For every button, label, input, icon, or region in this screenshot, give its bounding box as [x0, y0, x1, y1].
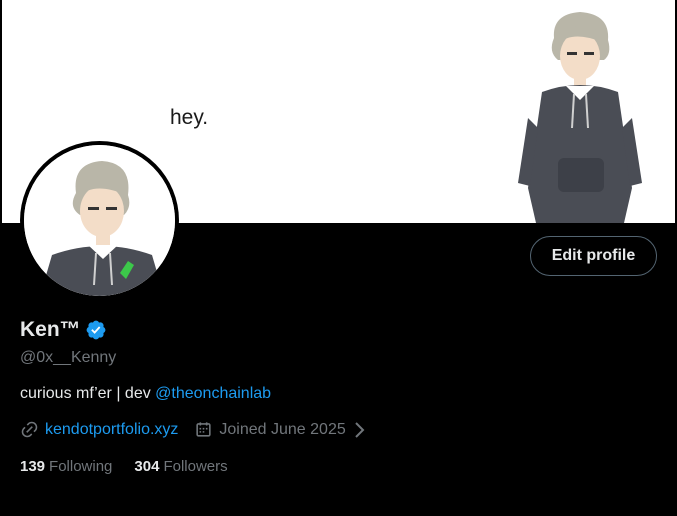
- joined-item: Joined June 2025: [194, 420, 371, 439]
- avatar-image: [24, 145, 175, 296]
- followers-count: 304: [134, 458, 160, 475]
- verified-badge-icon[interactable]: [85, 319, 107, 341]
- banner-character-illustration: [518, 12, 642, 223]
- display-name: Ken™: [20, 318, 81, 341]
- name-row: Ken™: [20, 318, 107, 342]
- bio: curious mf’er | dev @theonchainlab: [20, 385, 271, 403]
- avatar[interactable]: [20, 141, 179, 300]
- bio-mention-link[interactable]: @theonchainlab: [155, 385, 271, 402]
- joined-date: Joined June 2025: [219, 420, 346, 438]
- following-link[interactable]: 139 Following: [20, 458, 112, 475]
- calendar-icon: [196, 422, 212, 437]
- followers-label: Followers: [163, 458, 228, 475]
- following-label: Following: [49, 458, 113, 475]
- chevron-right-icon[interactable]: [352, 421, 366, 439]
- bio-text: curious mf’er | dev: [20, 385, 156, 402]
- banner-text: hey.: [170, 106, 209, 129]
- follow-stats: 139 Following 304 Followers: [20, 458, 250, 475]
- avatar-character-illustration: [24, 145, 175, 296]
- username-handle: @0x__Kenny: [20, 349, 117, 366]
- edit-profile-button[interactable]: Edit profile: [530, 236, 657, 276]
- website-link[interactable]: kendotportfolio.xyz: [45, 421, 178, 439]
- link-icon: [21, 421, 38, 438]
- profile-meta: kendotportfolio.xyz Joined June 2025: [20, 420, 388, 439]
- following-count: 139: [20, 458, 46, 475]
- website-item: kendotportfolio.xyz: [20, 420, 178, 439]
- followers-link[interactable]: 304 Followers: [134, 458, 227, 475]
